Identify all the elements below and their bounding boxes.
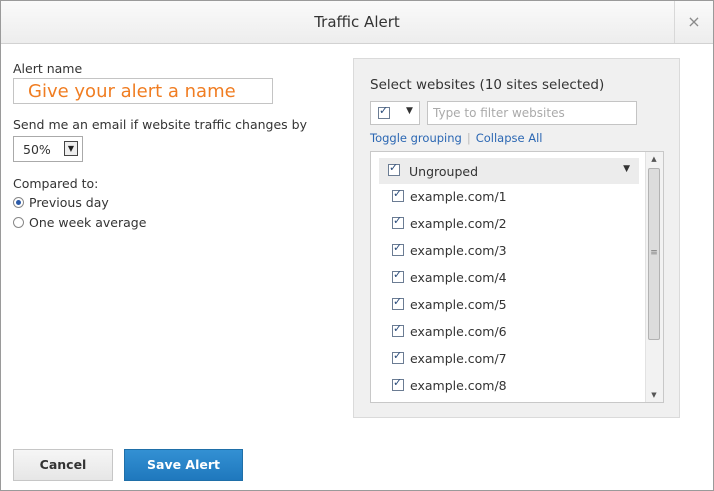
checkbox-checked-icon[interactable] — [392, 349, 404, 364]
checkbox-checked-icon[interactable] — [392, 241, 404, 256]
toggle-grouping-link[interactable]: Toggle grouping — [370, 131, 462, 145]
checkbox-checked-icon[interactable] — [392, 322, 404, 337]
email-threshold-label: Send me an email if website traffic chan… — [13, 117, 307, 132]
caret-down-icon[interactable]: ▼ — [623, 164, 630, 174]
list-item[interactable]: example.com/3 — [371, 239, 641, 261]
website-label: example.com/5 — [410, 297, 507, 312]
select-all-dropdown[interactable]: ▼ — [370, 101, 420, 125]
dialog-titlebar: Traffic Alert × — [1, 1, 713, 44]
checkbox-checked-icon[interactable] — [392, 187, 404, 202]
list-actions: Toggle grouping | Collapse All — [370, 131, 543, 145]
save-alert-button[interactable]: Save Alert — [124, 449, 243, 481]
website-label: example.com/4 — [410, 270, 507, 285]
list-item[interactable]: example.com/6 — [371, 320, 641, 342]
checkbox-checked-icon[interactable] — [392, 295, 404, 310]
website-filter-input[interactable] — [427, 101, 637, 125]
alert-name-input[interactable] — [13, 78, 273, 104]
checkbox-checked-icon[interactable] — [378, 104, 390, 119]
website-label: example.com/6 — [410, 324, 507, 339]
website-label: example.com/2 — [410, 216, 507, 231]
close-icon[interactable]: × — [674, 1, 713, 43]
traffic-alert-dialog: Traffic Alert × Alert name Send me an em… — [0, 0, 714, 491]
list-item[interactable]: example.com/5 — [371, 293, 641, 315]
website-selector-panel: Select websites (10 sites selected) ▼ To… — [353, 58, 680, 418]
threshold-select[interactable]: 50% ▼ — [13, 136, 83, 162]
checkbox-checked-icon[interactable] — [392, 214, 404, 229]
list-item[interactable]: example.com/2 — [371, 212, 641, 234]
threshold-value: 50% — [23, 142, 51, 157]
link-separator: | — [466, 131, 471, 145]
website-label: example.com/7 — [410, 351, 507, 366]
dialog-title: Traffic Alert — [314, 13, 400, 31]
list-item[interactable]: example.com/7 — [371, 347, 641, 369]
radio-label: One week average — [29, 214, 147, 230]
radio-previous-day[interactable]: Previous day — [13, 194, 109, 210]
collapse-all-link[interactable]: Collapse All — [476, 131, 543, 145]
checkbox-checked-icon[interactable] — [388, 161, 400, 176]
chevron-down-icon[interactable]: ▼ — [64, 141, 78, 156]
radio-selected-icon[interactable] — [13, 196, 24, 208]
grip-icon: ≡ — [650, 248, 658, 258]
website-label: example.com/8 — [410, 378, 507, 393]
checkbox-checked-icon[interactable] — [392, 376, 404, 391]
websites-title: Select websites (10 sites selected) — [370, 77, 605, 93]
scroll-down-icon[interactable]: ▼ — [646, 388, 662, 402]
radio-label: Previous day — [29, 194, 109, 210]
group-label: Ungrouped — [409, 164, 479, 179]
alert-name-label: Alert name — [13, 61, 83, 76]
radio-one-week-average[interactable]: One week average — [13, 214, 146, 230]
list-item[interactable]: example.com/8 — [371, 374, 641, 396]
list-item[interactable]: example.com/1 — [371, 185, 641, 207]
compared-to-label: Compared to: — [13, 176, 99, 191]
website-label: example.com/3 — [410, 243, 507, 258]
website-label: example.com/1 — [410, 189, 507, 204]
radio-unselected-icon[interactable] — [13, 216, 24, 228]
scrollbar-thumb[interactable]: ≡ — [648, 168, 660, 340]
group-header-ungrouped[interactable]: Ungrouped ▼ — [379, 158, 639, 184]
scroll-up-icon[interactable]: ▲ — [646, 152, 662, 166]
list-item[interactable]: example.com/4 — [371, 266, 641, 288]
website-list: Ungrouped ▼ example.com/1 example.com/2 … — [370, 151, 664, 403]
caret-down-icon[interactable]: ▼ — [406, 106, 413, 116]
cancel-button[interactable]: Cancel — [13, 449, 113, 481]
list-scrollbar[interactable]: ▲ ≡ ▼ — [645, 152, 663, 402]
checkbox-checked-icon[interactable] — [392, 268, 404, 283]
